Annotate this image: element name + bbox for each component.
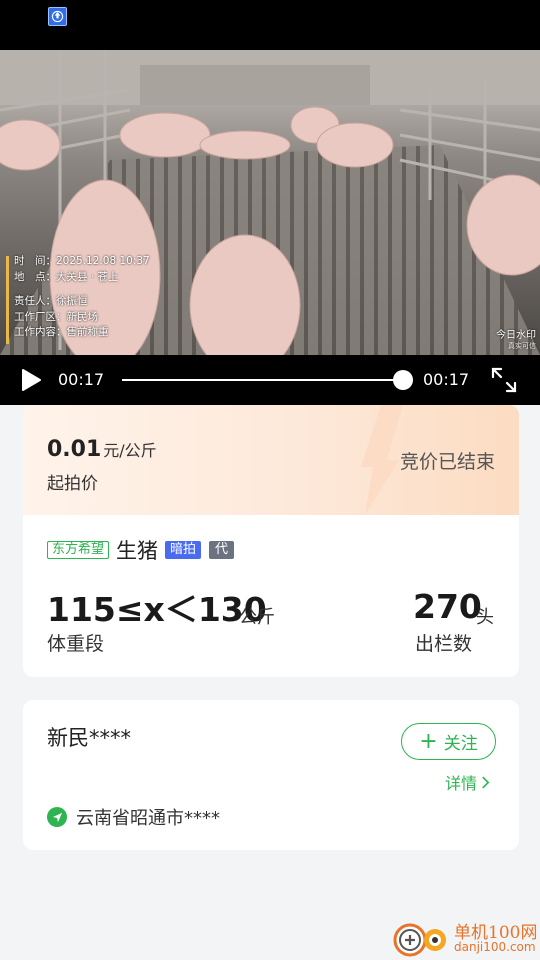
product-tags: 东方希望 生猪 暗拍 代	[47, 537, 235, 563]
auction-card: 0.01 元/公斤 起拍价 竞价已结束 东方希望 生猪 暗拍 代 115≤x＜13…	[23, 405, 519, 677]
seek-handle[interactable]	[393, 370, 413, 390]
play-icon	[22, 369, 41, 391]
head-count-label: 出栏数	[415, 633, 473, 655]
auction-status: 竞价已结束	[399, 451, 495, 473]
starting-price: 0.01 元/公斤	[47, 437, 157, 462]
watermark-logo: 今日水印 真实可信	[496, 330, 536, 350]
weight-unit: 公斤	[239, 607, 275, 628]
location-text: 云南省昭通市****	[76, 808, 220, 829]
chevron-right-icon	[482, 776, 490, 788]
site-watermark: 单机100网 danji100.com	[390, 918, 540, 960]
product-name: 生猪	[116, 539, 159, 563]
lightning-decoration-icon	[361, 405, 403, 515]
watermark-accent-bar	[6, 256, 9, 344]
video-controls: 00:17 00:17	[0, 355, 540, 405]
fullscreen-icon	[491, 367, 517, 393]
plus-icon: +	[419, 728, 438, 754]
recycle-app-icon	[48, 7, 67, 26]
details-label: 详情	[445, 774, 478, 793]
auction-mode-badge: 暗拍	[165, 541, 202, 559]
weight-range: 115≤x＜130	[47, 590, 267, 629]
status-bar	[0, 0, 540, 50]
starting-price-label: 起拍价	[47, 474, 98, 494]
play-button[interactable]	[18, 367, 44, 393]
follow-button[interactable]: + 关注	[401, 723, 496, 760]
duration-time: 00:17	[423, 370, 470, 389]
site-logo-icon	[393, 923, 446, 957]
seller-card: 新民**** + 关注 详情 云南省昭通市****	[23, 700, 519, 850]
seller-location: 云南省昭通市****	[47, 804, 220, 830]
head-count: 270	[413, 587, 482, 626]
price-header: 0.01 元/公斤 起拍价 竞价已结束	[23, 405, 519, 515]
site-url: danji100.com	[454, 940, 536, 954]
details-link[interactable]: 详情	[445, 770, 490, 794]
weight-label: 体重段	[47, 633, 105, 655]
fullscreen-button[interactable]	[490, 366, 518, 394]
seller-name: 新民****	[47, 726, 131, 750]
location-arrow-icon	[47, 807, 67, 827]
video-player[interactable]: 时 间：2025.12.08 10:37 地 点：大关县 · 苍上 责任人：徐振…	[0, 50, 540, 405]
brand-tag: 东方希望	[47, 541, 110, 559]
agent-badge: 代	[209, 541, 235, 559]
follow-label: 关注	[443, 734, 478, 754]
photo-watermark: 时 间：2025.12.08 10:37 地 点：大关县 · 苍上 责任人：徐振…	[14, 255, 150, 338]
seek-bar[interactable]	[122, 379, 403, 381]
head-unit: 头	[476, 607, 494, 628]
current-time: 00:17	[58, 370, 105, 389]
